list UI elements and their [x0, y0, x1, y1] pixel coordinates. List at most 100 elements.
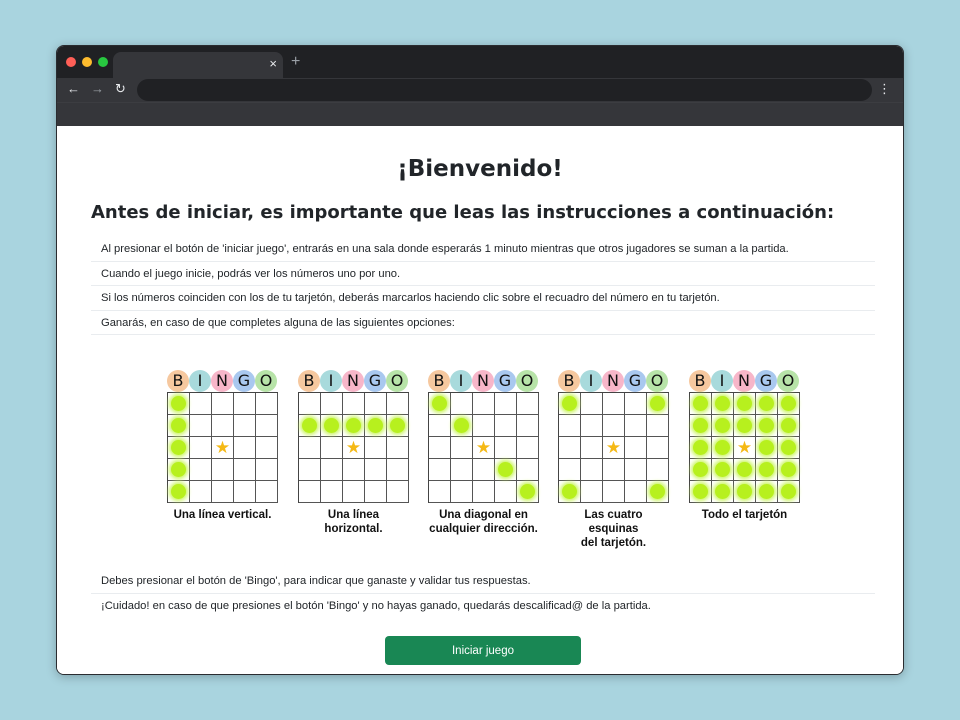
bingo-cell [451, 459, 473, 481]
bingo-cell [603, 459, 625, 481]
marked-cell [712, 415, 734, 437]
bingo-cell [387, 459, 409, 481]
bingo-cell [234, 481, 256, 503]
bingo-cell [603, 415, 625, 437]
caption-line: cualquier dirección. [429, 523, 538, 535]
caption-line: del tarjetón. [580, 537, 647, 549]
bingo-cell [473, 459, 495, 481]
page-content: ¡Bienvenido! Antes de iniciar, es import… [57, 126, 903, 674]
back-arrow-icon[interactable]: ← [67, 81, 80, 97]
bingo-letter: G [233, 370, 255, 392]
marked-cell [690, 415, 712, 437]
bingo-letter: G [494, 370, 516, 392]
star-icon [603, 437, 625, 459]
bingo-cell [581, 481, 603, 503]
pattern-caption: Una línea horizontal. [298, 508, 409, 536]
close-window-button[interactable] [66, 57, 76, 67]
bingo-cell [625, 459, 647, 481]
bingo-cell [473, 481, 495, 503]
marked-cell [321, 415, 343, 437]
bingo-cell [603, 481, 625, 503]
bingo-cell [212, 393, 234, 415]
bingo-letter: I [450, 370, 472, 392]
marked-cell [778, 393, 800, 415]
bingo-letter: B [298, 370, 320, 392]
instruction-item: Si los números coinciden con los de tu t… [91, 286, 875, 311]
bingo-cell [451, 481, 473, 503]
bingo-letter: O [516, 370, 538, 392]
bingo-cell [581, 415, 603, 437]
pattern-caption: Todo el tarjetón [689, 508, 800, 522]
bingo-cell [429, 459, 451, 481]
bingo-cell [321, 459, 343, 481]
new-tab-icon[interactable]: + [291, 54, 300, 70]
marked-cell [647, 481, 669, 503]
bingo-letter: B [428, 370, 450, 392]
bingo-pattern-card: BINGO Una diagonal en cualquier dirección. [428, 370, 539, 536]
marked-cell [429, 393, 451, 415]
warning-item: Debes presionar el botón de 'Bingo', par… [91, 569, 875, 594]
bingo-letter: O [646, 370, 668, 392]
bingo-cell [625, 481, 647, 503]
maximize-window-button[interactable] [98, 57, 108, 67]
bingo-letter: I [189, 370, 211, 392]
bingo-cell [603, 393, 625, 415]
bingo-cell [495, 415, 517, 437]
bingo-letter: G [755, 370, 777, 392]
address-bar[interactable] [137, 79, 872, 101]
bingo-letter: G [364, 370, 386, 392]
browser-menu-icon[interactable]: ⋮ [878, 81, 891, 97]
marked-cell [734, 459, 756, 481]
bingo-grid [558, 392, 669, 503]
bingo-cell [451, 437, 473, 459]
bingo-letter: N [211, 370, 233, 392]
bingo-letter: O [255, 370, 277, 392]
bingo-pattern-card: BINGO Todo el tarjetón [689, 370, 800, 522]
bingo-cell [517, 459, 539, 481]
marked-cell [756, 481, 778, 503]
star-icon [343, 437, 365, 459]
bingo-header: BINGO [428, 370, 539, 392]
minimize-window-button[interactable] [82, 57, 92, 67]
marked-cell [778, 481, 800, 503]
tab-close-icon[interactable]: × [269, 56, 277, 72]
bingo-cell [559, 415, 581, 437]
marked-cell [756, 393, 778, 415]
marked-cell [168, 459, 190, 481]
marked-cell [734, 393, 756, 415]
bingo-letter: O [386, 370, 408, 392]
bingo-cell [365, 459, 387, 481]
forward-arrow-icon[interactable]: → [91, 81, 104, 97]
bingo-cell [343, 459, 365, 481]
warning-item: ¡Cuidado! en caso de que presiones el bo… [101, 599, 651, 612]
caption-line: Una diagonal en [439, 509, 528, 521]
star-icon [212, 437, 234, 459]
instruction-item: Al presionar el botón de 'iniciar juego'… [91, 237, 875, 262]
bingo-letter: G [624, 370, 646, 392]
bingo-cell [256, 481, 278, 503]
bingo-cell [429, 437, 451, 459]
bingo-cell [517, 437, 539, 459]
marked-cell [712, 437, 734, 459]
pattern-caption: Una línea vertical. [167, 508, 278, 522]
marked-cell [559, 481, 581, 503]
caption-line: Una línea horizontal. [324, 509, 383, 535]
page-title: ¡Bienvenido! [397, 156, 563, 182]
bingo-cell [451, 393, 473, 415]
warnings-list: Debes presionar el botón de 'Bingo', par… [91, 569, 875, 618]
reload-icon[interactable]: ↻ [115, 81, 126, 97]
bingo-cell [365, 437, 387, 459]
marked-cell [495, 459, 517, 481]
bingo-grid [428, 392, 539, 503]
bingo-cell [190, 415, 212, 437]
winning-patterns: BINGOUna línea vertical.BINGOUna línea h… [167, 370, 800, 549]
marked-cell [712, 393, 734, 415]
bingo-cell [625, 415, 647, 437]
marked-cell [559, 393, 581, 415]
marked-cell [756, 415, 778, 437]
bingo-cell [495, 481, 517, 503]
browser-tab[interactable]: × [113, 52, 283, 78]
bingo-grid [167, 392, 278, 503]
marked-cell [387, 415, 409, 437]
start-game-button[interactable]: Iniciar juego [385, 636, 581, 665]
